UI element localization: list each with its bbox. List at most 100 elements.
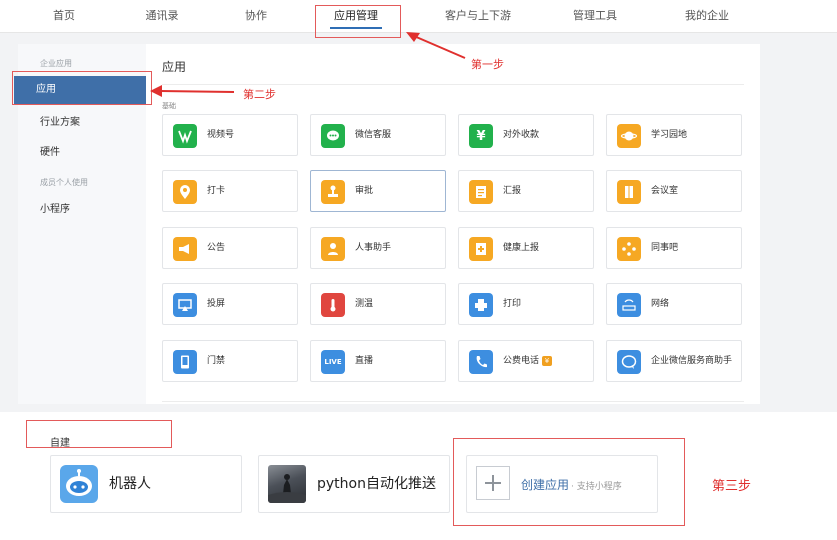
yuan-icon: ¥ xyxy=(469,124,493,148)
app-card-label: 公费电话 ¥ xyxy=(503,341,553,381)
app-card-label: 微信客服 xyxy=(355,115,391,155)
app-label-text: 公告 xyxy=(207,243,226,253)
app-card-label: 对外收款 xyxy=(503,115,539,155)
planet-icon xyxy=(617,124,641,148)
sidebar-item-mini-programs[interactable]: 小程序 xyxy=(40,200,70,215)
robot-icon xyxy=(60,465,98,503)
annotation-arrow-step1 xyxy=(406,32,466,59)
app-label-text: 微信客服 xyxy=(355,130,392,140)
app-label-text: 投屏 xyxy=(207,299,226,309)
app-card-label: 视频号 xyxy=(207,115,234,155)
app-label-text: 人事助手 xyxy=(355,243,392,253)
service-chat-icon xyxy=(617,350,641,374)
live-icon-text: LIVE xyxy=(324,358,342,366)
annotation-arrow-step2 xyxy=(150,85,235,97)
person-icon xyxy=(321,237,345,261)
app-card-stamp[interactable]: 审批 xyxy=(310,170,446,212)
megaphone-icon xyxy=(173,237,197,261)
app-card-wifi-router[interactable]: 网络 xyxy=(606,283,742,325)
annotation-step3-text: 第三步 xyxy=(712,479,752,494)
apps-panel: 应用 基础 视频号 微信客服 ¥ 对外收款 学习园地打卡 审批 汇报 会议室公告 人事助手 健康上… xyxy=(146,44,760,404)
app-card-chat-bubble[interactable]: 微信客服 xyxy=(310,114,446,156)
sidebar-item-hardware[interactable]: 硬件 xyxy=(40,143,60,158)
app-card-label: 网络 xyxy=(651,284,669,324)
page-title: 应用 xyxy=(162,60,187,74)
nav-tab-collaboration[interactable]: 协作 xyxy=(228,0,284,32)
live-icon: LIVE xyxy=(321,350,345,374)
app-label-text: 视频号 xyxy=(207,130,235,140)
app-card-label: 直播 xyxy=(355,341,373,381)
app-card-thermometer[interactable]: 测温 xyxy=(310,283,446,325)
app-card-video-channel[interactable]: 视频号 xyxy=(162,114,298,156)
stamp-icon xyxy=(321,180,345,204)
app-label-text: 公费电话 xyxy=(503,356,540,366)
app-card-health-clipboard[interactable]: 健康上报 xyxy=(458,227,594,269)
app-label-text: 汇报 xyxy=(503,186,522,196)
app-card-robot[interactable]: 机器人 xyxy=(50,455,242,513)
nav-tab-admin-tools[interactable]: 管理工具 xyxy=(562,0,628,32)
app-card-person[interactable]: 人事助手 xyxy=(310,227,446,269)
app-card-label: 学习园地 xyxy=(651,115,687,155)
section-label-basic: 基础 xyxy=(162,102,176,110)
app-card-label: 机器人 xyxy=(109,476,151,492)
health-clipboard-icon xyxy=(469,237,493,261)
door-icon xyxy=(617,180,641,204)
nav-tab-contacts[interactable]: 通讯录 xyxy=(134,0,190,32)
app-card-label: 人事助手 xyxy=(355,228,391,268)
app-card-label: 测温 xyxy=(355,284,373,324)
app-card-label: 会议室 xyxy=(651,171,678,211)
app-card-printer[interactable]: 打印 xyxy=(458,283,594,325)
annotation-step1-text: 第一步 xyxy=(471,58,504,71)
app-label-text: 健康上报 xyxy=(503,243,540,253)
app-label-text: 会议室 xyxy=(651,186,679,196)
phone-icon xyxy=(469,350,493,374)
nav-tab-home[interactable]: 首页 xyxy=(40,0,88,32)
sidebar-item-industry-solutions[interactable]: 行业方案 xyxy=(40,113,80,128)
app-card-planet[interactable]: 学习园地 xyxy=(606,114,742,156)
fee-badge: ¥ xyxy=(542,355,553,366)
app-card-report-doc[interactable]: 汇报 xyxy=(458,170,594,212)
app-card-label: 投屏 xyxy=(207,284,225,324)
app-card-label: 公告 xyxy=(207,228,225,268)
app-card-live[interactable]: LIVE 直播 xyxy=(310,340,446,382)
app-card-label: 同事吧 xyxy=(651,228,678,268)
report-doc-icon xyxy=(469,180,493,204)
sidebar-group-personal: 成员个人使用 xyxy=(40,178,88,187)
app-card-label: 打卡 xyxy=(207,171,225,211)
app-card-access-door[interactable]: 门禁 xyxy=(162,340,298,382)
app-label-text: 企业微信服务商助手 xyxy=(651,356,733,366)
title-divider xyxy=(162,84,744,85)
chat-bubble-icon xyxy=(321,124,345,148)
app-card-megaphone[interactable]: 公告 xyxy=(162,227,298,269)
app-card-location-pin[interactable]: 打卡 xyxy=(162,170,298,212)
app-label-text: 审批 xyxy=(355,186,374,196)
app-label-text: 门禁 xyxy=(207,356,226,366)
app-label-text: 学习园地 xyxy=(651,130,688,140)
thumbnail-image-icon xyxy=(268,465,306,503)
app-card-label: 审批 xyxy=(355,171,373,211)
screen-cast-icon xyxy=(173,293,197,317)
app-card-python-push[interactable]: python自动化推送 xyxy=(258,455,450,513)
annotation-box-custom-label xyxy=(26,420,172,448)
app-card-screen-cast[interactable]: 投屏 xyxy=(162,283,298,325)
video-channel-icon xyxy=(173,124,197,148)
app-card-label: 企业微信服务商助手 xyxy=(651,341,732,381)
app-card-yuan[interactable]: ¥ 对外收款 xyxy=(458,114,594,156)
app-card-phone[interactable]: 公费电话 ¥ xyxy=(458,340,594,382)
nav-tab-my-enterprise[interactable]: 我的企业 xyxy=(674,0,740,32)
access-door-icon xyxy=(173,350,197,374)
annotation-box-step1 xyxy=(315,5,401,38)
annotation-step2-text: 第二步 xyxy=(243,88,276,101)
app-label-text: 对外收款 xyxy=(503,130,540,140)
app-card-service-chat[interactable]: 企业微信服务商助手 xyxy=(606,340,742,382)
app-card-door[interactable]: 会议室 xyxy=(606,170,742,212)
annotation-box-step3 xyxy=(453,438,685,526)
app-label-text: 直播 xyxy=(355,356,374,366)
location-pin-icon xyxy=(173,180,197,204)
app-label-text: 打卡 xyxy=(207,186,226,196)
thermometer-icon xyxy=(321,293,345,317)
annotation-box-step2 xyxy=(12,71,152,105)
app-card-diamond-dots[interactable]: 同事吧 xyxy=(606,227,742,269)
app-card-label: python自动化推送 xyxy=(317,476,436,492)
app-card-label: 健康上报 xyxy=(503,228,539,268)
